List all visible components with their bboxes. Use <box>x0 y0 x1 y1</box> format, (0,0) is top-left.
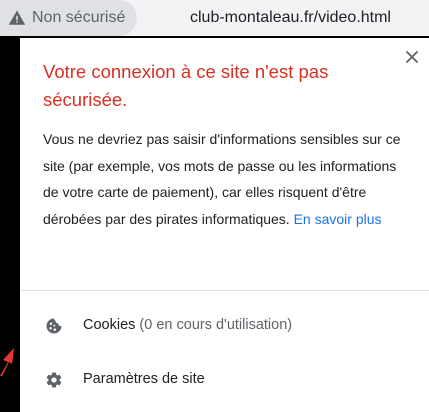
gear-icon <box>45 371 63 389</box>
cookies-label: Cookies (0 en cours d'utilisation) <box>83 317 292 333</box>
url-text[interactable]: club-montaleau.fr/video.html <box>190 0 391 36</box>
learn-more-link[interactable]: En savoir plus <box>294 211 382 227</box>
site-settings-label: Paramètres de site <box>83 371 205 387</box>
popup-title: Votre connexion à ce site n'est pas sécu… <box>43 61 329 110</box>
cookies-count: (0 en cours d'utilisation) <box>139 317 293 333</box>
close-button[interactable] <box>401 46 423 68</box>
close-icon <box>406 51 418 63</box>
red-arrow-icon <box>0 336 20 376</box>
cookies-row[interactable]: Cookies (0 en cours d'utilisation) <box>20 306 429 346</box>
divider <box>20 290 429 291</box>
address-bar[interactable]: Non sécurisé club-montaleau.fr/video.htm… <box>0 0 429 36</box>
security-chip[interactable]: Non sécurisé <box>0 0 138 36</box>
warning-triangle-icon <box>8 10 26 25</box>
site-info-popup: Votre connexion à ce site n'est pas sécu… <box>20 38 429 412</box>
popup-description: Vous ne devriez pas saisir d'information… <box>43 126 413 232</box>
cookies-text: Cookies <box>83 317 136 333</box>
cookie-icon <box>45 317 63 335</box>
site-settings-row[interactable]: Paramètres de site <box>20 360 429 400</box>
security-label: Non sécurisé <box>32 9 126 26</box>
